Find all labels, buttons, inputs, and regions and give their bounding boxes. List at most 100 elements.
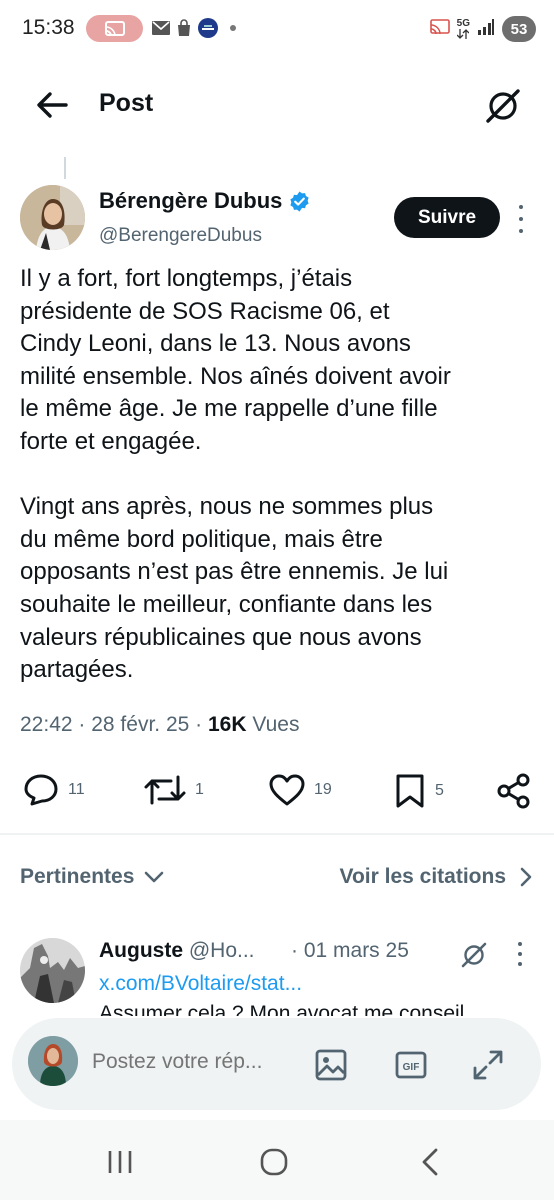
- reply-avatar[interactable]: [20, 938, 85, 1003]
- top-bar: Post: [0, 75, 554, 135]
- own-avatar: [28, 1036, 78, 1086]
- battery-indicator: 53: [502, 16, 536, 42]
- shopping-bag-icon: [175, 18, 193, 38]
- repost-button[interactable]: 1: [143, 773, 204, 807]
- back-button[interactable]: [34, 89, 72, 121]
- back-nav-button[interactable]: [410, 1144, 450, 1180]
- speech-bubble-icon: [24, 774, 58, 806]
- section-divider: [0, 833, 554, 835]
- repost-arrows-icon: [144, 775, 186, 805]
- like-button[interactable]: 19: [268, 773, 332, 807]
- post-text-line: forte et engagée.: [20, 427, 202, 455]
- add-gif-button[interactable]: GIF: [394, 1048, 428, 1082]
- more-options-button[interactable]: [511, 205, 531, 233]
- views-count: 16K: [207, 713, 247, 736]
- bookmark-button[interactable]: 5: [393, 773, 444, 809]
- arrow-left-icon: [37, 92, 68, 118]
- cast-status-icon: [429, 18, 450, 40]
- chevron-right-icon: [520, 867, 532, 887]
- meta-separator: ·: [195, 713, 208, 736]
- reply-button[interactable]: 11: [22, 773, 85, 807]
- post-text-line: Vingt ans après, nous ne sommes plus: [20, 493, 434, 521]
- view-quotes-label: Voir les citations: [339, 865, 507, 888]
- more-dot-icon: [518, 942, 522, 946]
- notification-dot-icon: [230, 18, 236, 38]
- page-title: Post: [99, 89, 154, 117]
- chevron-left-icon: [422, 1148, 438, 1176]
- post-text-line: présidente de SOS Racisme 06, et: [20, 297, 390, 325]
- author-handle[interactable]: @BerengereDubus: [99, 225, 262, 247]
- recent-apps-icon: [108, 1151, 132, 1173]
- replies-toolbar: Pertinentes Voir les citations: [0, 855, 554, 901]
- more-dot-icon: [519, 217, 523, 221]
- reply-input[interactable]: [92, 1050, 292, 1074]
- mail-icon: [152, 18, 170, 38]
- author-name-text[interactable]: Bérengère Dubus: [99, 188, 282, 214]
- post-meta: 22:42 · 28 févr. 25 · 16K Vues: [20, 713, 299, 737]
- author-avatar[interactable]: [20, 185, 85, 250]
- repost-count: 1: [195, 781, 204, 798]
- post-text-line: opposants n’est pas être ennemis. Je lui: [20, 558, 449, 586]
- post-text-line: valeurs républicaines que nous avons: [20, 623, 422, 651]
- meta-separator: ·: [78, 713, 92, 736]
- app-icon: [198, 18, 218, 38]
- reply-more-button[interactable]: [516, 942, 524, 966]
- views-label: Vues: [252, 713, 300, 736]
- post-time: 22:42: [20, 713, 73, 736]
- reply-composer[interactable]: GIF: [12, 1018, 541, 1110]
- follow-button[interactable]: Suivre: [394, 197, 500, 238]
- reply-date[interactable]: · 01 mars 25: [291, 939, 409, 963]
- bookmark-count: 5: [435, 782, 444, 799]
- bookmark-icon: [396, 774, 424, 808]
- post-text-line: du même bord politique, mais être: [20, 525, 383, 553]
- reply-link[interactable]: x.com/BVoltaire/stat...: [99, 972, 302, 996]
- add-image-button[interactable]: [314, 1048, 348, 1082]
- reply-composer-area: GIF: [0, 1016, 554, 1120]
- expand-icon: [473, 1050, 503, 1080]
- reply-count: 11: [68, 781, 85, 798]
- gif-icon: GIF: [395, 1051, 427, 1079]
- expand-composer-button[interactable]: [471, 1048, 505, 1082]
- grok-icon: [486, 89, 520, 123]
- sort-label: Pertinentes: [20, 865, 135, 888]
- post-text-line: le même âge. Je me rappelle d’une fille: [20, 395, 438, 423]
- post-text-line: Il y a fort, fort longtemps, j’étais: [20, 265, 353, 292]
- more-dot-icon: [519, 229, 523, 233]
- share-button[interactable]: [496, 773, 532, 809]
- svg-text:GIF: GIF: [403, 1062, 420, 1073]
- post-text-line: partagées.: [20, 656, 134, 684]
- post-text: Il y a fort, fort longtemps, j’étais prés…: [20, 263, 540, 687]
- recent-apps-button[interactable]: [100, 1144, 140, 1180]
- heart-icon: [269, 774, 305, 806]
- reply-header: Auguste @Ho...: [99, 939, 255, 963]
- post-actions: 11 1 19 5: [0, 765, 554, 815]
- sort-dropdown[interactable]: Pertinentes: [20, 865, 164, 889]
- post-text-line: milité ensemble. Nos aînés doivent avoir: [20, 362, 451, 390]
- more-dot-icon: [519, 205, 523, 209]
- status-time: 15:38: [22, 16, 75, 39]
- verified-badge-icon: [290, 190, 309, 212]
- author-name[interactable]: Bérengère Dubus: [99, 188, 311, 214]
- status-bar: 15:38 5G 53: [0, 0, 554, 60]
- thread-connector: [64, 157, 66, 179]
- home-button[interactable]: [254, 1144, 294, 1180]
- cast-icon: [86, 15, 143, 42]
- reply-author-name[interactable]: Auguste: [99, 939, 183, 962]
- image-icon: [315, 1049, 347, 1081]
- grok-icon: [461, 942, 487, 968]
- more-dot-icon: [518, 952, 522, 956]
- post-text-line: Cindy Leoni, dans le 13. Nous avons: [20, 330, 411, 358]
- like-count: 19: [314, 781, 332, 798]
- view-quotes-link[interactable]: Voir les citations: [340, 865, 533, 889]
- reply-grok-button[interactable]: [460, 941, 488, 969]
- post-date: 28 févr. 25: [91, 713, 190, 736]
- share-icon: [497, 773, 530, 809]
- home-icon: [260, 1148, 288, 1176]
- post-text-line: souhaite le meilleur, confiante dans les: [20, 590, 433, 618]
- more-dot-icon: [518, 962, 522, 966]
- signal-icon: [477, 18, 495, 41]
- grok-button[interactable]: [484, 87, 522, 125]
- reply-author-handle[interactable]: @Ho...: [189, 939, 255, 962]
- system-nav-bar: [0, 1120, 554, 1200]
